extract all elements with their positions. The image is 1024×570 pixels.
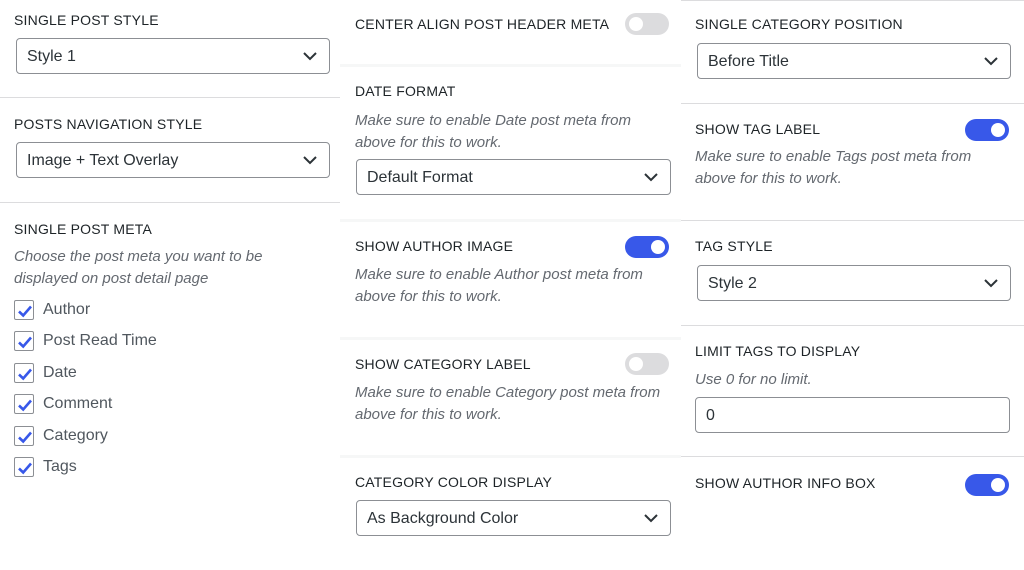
single-category-position-value: Before Title — [708, 53, 789, 70]
show-author-image-toggle[interactable] — [625, 236, 669, 258]
limit-tags-input[interactable]: 0 — [695, 397, 1010, 433]
chevron-down-icon — [644, 514, 658, 523]
posts-navigation-style-value: Image + Text Overlay — [27, 152, 179, 169]
toggle-knob — [651, 240, 665, 254]
date-format-value: Default Format — [367, 169, 473, 186]
show-author-image-heading: SHOW AUTHOR IMAGE — [355, 238, 514, 254]
posts-navigation-style-select[interactable]: Image + Text Overlay — [16, 142, 330, 178]
post-read-time-checkbox[interactable] — [14, 331, 34, 351]
checkmark-icon — [18, 336, 32, 349]
category-color-display-select[interactable]: As Background Color — [356, 500, 671, 536]
chevron-down-icon — [984, 279, 998, 288]
category-color-display-heading: CATEGORY COLOR DISPLAY — [355, 474, 553, 490]
toggle-knob — [629, 357, 643, 371]
single-post-style-section: SINGLE POST STYLE Style 1 — [0, 0, 340, 98]
date-option-label: Date — [43, 364, 77, 381]
comment-checkbox[interactable] — [14, 394, 34, 414]
show-tag-label-section: SHOW TAG LABEL Make sure to enable Tags … — [681, 104, 1024, 221]
limit-tags-value: 0 — [706, 407, 715, 424]
author-option-label: Author — [43, 301, 91, 318]
limit-tags-heading: LIMIT TAGS TO DISPLAY — [695, 343, 861, 359]
single-category-position-select[interactable]: Before Title — [697, 43, 1011, 79]
show-tag-label-description: Make sure to enable Tags post meta from … — [695, 148, 972, 187]
show-author-image-description: Make sure to enable Author post meta fro… — [355, 266, 643, 305]
tag-style-section: TAG STYLE Style 2 — [681, 221, 1024, 326]
single-post-style-value: Style 1 — [27, 48, 76, 65]
date-format-select[interactable]: Default Format — [356, 159, 671, 195]
comment-option-label: Comment — [43, 395, 113, 412]
settings-column-left: SINGLE POST STYLE Style 1 POSTS NAVIGATI… — [0, 0, 340, 570]
tag-style-heading: TAG STYLE — [695, 238, 773, 254]
date-format-description: Make sure to enable Date post meta from … — [355, 112, 631, 151]
toggle-knob — [629, 17, 643, 31]
single-category-position-heading: SINGLE CATEGORY POSITION — [695, 16, 903, 32]
chevron-down-icon — [303, 52, 317, 61]
settings-column-right: SINGLE CATEGORY POSITION Before Title SH… — [681, 0, 1024, 570]
single-post-style-heading: SINGLE POST STYLE — [14, 12, 159, 28]
toggle-knob — [991, 123, 1005, 137]
category-color-display-section: CATEGORY COLOR DISPLAY As Background Col… — [340, 458, 681, 560]
tag-style-value: Style 2 — [708, 275, 757, 292]
checkmark-icon — [18, 462, 32, 475]
single-post-meta-heading: SINGLE POST META — [14, 221, 153, 237]
tag-style-select[interactable]: Style 2 — [697, 265, 1011, 301]
chevron-down-icon — [984, 57, 998, 66]
post-read-time-option-label: Post Read Time — [43, 332, 157, 349]
show-author-info-box-toggle[interactable] — [965, 474, 1009, 496]
date-checkbox[interactable] — [14, 363, 34, 383]
center-align-meta-section: CENTER ALIGN POST HEADER META — [340, 0, 681, 64]
show-author-image-section: SHOW AUTHOR IMAGE Make sure to enable Au… — [340, 222, 681, 337]
chevron-down-icon — [303, 156, 317, 165]
show-category-label-description: Make sure to enable Category post meta f… — [355, 384, 661, 423]
posts-navigation-style-section: POSTS NAVIGATION STYLE Image + Text Over… — [0, 98, 340, 203]
date-format-heading: DATE FORMAT — [355, 83, 456, 99]
category-checkbox[interactable] — [14, 426, 34, 446]
posts-navigation-style-heading: POSTS NAVIGATION STYLE — [14, 116, 203, 132]
checkmark-icon — [18, 368, 32, 381]
show-tag-label-heading: SHOW TAG LABEL — [695, 121, 821, 137]
show-category-label-toggle[interactable] — [625, 353, 669, 375]
show-author-info-box-heading: SHOW AUTHOR INFO BOX — [695, 475, 876, 491]
checkmark-icon — [18, 431, 32, 444]
limit-tags-description: Use 0 for no limit. — [695, 371, 812, 388]
date-format-section: DATE FORMAT Make sure to enable Date pos… — [340, 67, 681, 219]
limit-tags-section: LIMIT TAGS TO DISPLAY Use 0 for no limit… — [681, 326, 1024, 457]
tags-checkbox[interactable] — [14, 457, 34, 477]
center-align-meta-heading: CENTER ALIGN POST HEADER META — [355, 16, 610, 32]
show-tag-label-toggle[interactable] — [965, 119, 1009, 141]
toggle-knob — [991, 478, 1005, 492]
settings-column-middle: CENTER ALIGN POST HEADER META DATE FORMA… — [340, 0, 681, 560]
show-category-label-section: SHOW CATEGORY LABEL Make sure to enable … — [340, 340, 681, 455]
single-category-position-section: SINGLE CATEGORY POSITION Before Title — [681, 0, 1024, 104]
checkmark-icon — [18, 399, 32, 412]
category-option-label: Category — [43, 427, 108, 444]
tags-option-label: Tags — [43, 458, 77, 475]
single-post-style-select[interactable]: Style 1 — [16, 38, 330, 74]
center-align-meta-toggle[interactable] — [625, 13, 669, 35]
single-post-meta-section: SINGLE POST META Choose the post meta yo… — [0, 203, 340, 570]
single-post-meta-description: Choose the post meta you want to be disp… — [14, 248, 263, 287]
show-author-info-box-section: SHOW AUTHOR INFO BOX — [681, 457, 1024, 570]
author-checkbox[interactable] — [14, 300, 34, 320]
checkmark-icon — [18, 305, 32, 318]
category-color-display-value: As Background Color — [367, 510, 519, 527]
chevron-down-icon — [644, 173, 658, 182]
show-category-label-heading: SHOW CATEGORY LABEL — [355, 356, 531, 372]
